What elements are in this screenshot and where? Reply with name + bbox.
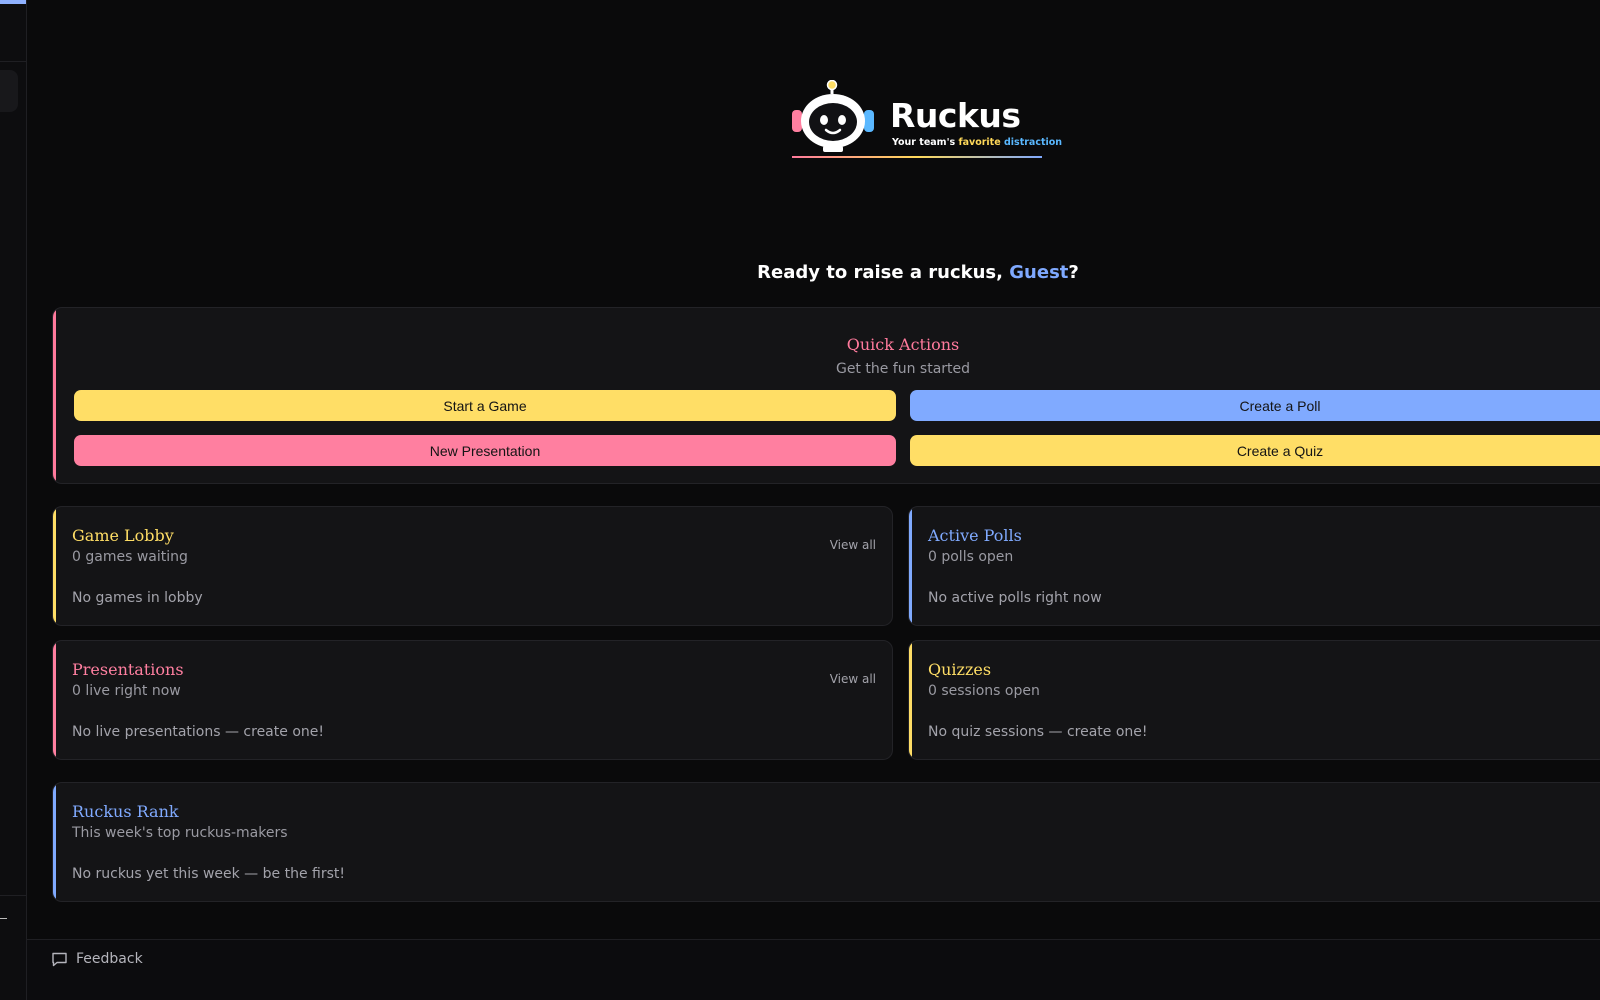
rail-collapse-handle[interactable]	[0, 918, 7, 919]
presentations-title: Presentations	[72, 660, 184, 679]
rail-divider	[0, 61, 26, 62]
robot-mascot-icon	[792, 80, 874, 152]
active-polls-title: Active Polls	[928, 526, 1022, 545]
quizzes-empty-state: No quiz sessions — create one!	[928, 724, 1148, 740]
ruckus-rank-empty-state: No ruckus yet this week — be the first!	[72, 866, 345, 882]
tagline-distraction: distraction	[1003, 137, 1063, 148]
tagline-text: Your team's	[892, 137, 959, 148]
create-quiz-button[interactable]: Create a Quiz	[910, 435, 1600, 466]
feedback-label: Feedback	[76, 951, 143, 967]
ruckus-rank-title: Ruckus Rank	[72, 802, 179, 821]
left-rail	[0, 0, 27, 1000]
active-polls-empty-state: No active polls right now	[928, 590, 1102, 606]
create-poll-button[interactable]: Create a Poll	[910, 390, 1600, 421]
feedback-button[interactable]: Feedback	[51, 951, 143, 967]
ruckus-rank-card: Ruckus Rank This week's top ruckus-maker…	[52, 782, 1600, 902]
brand-tagline: Your team's favorite distraction	[892, 137, 1062, 148]
active-polls-card: Active Polls 0 polls open No active poll…	[908, 506, 1600, 626]
rail-nav-item[interactable]	[0, 70, 18, 112]
greeting-username: Guest	[1009, 262, 1069, 283]
presentations-card: Presentations 0 live right now No live p…	[52, 640, 893, 760]
game-lobby-card: Game Lobby 0 games waiting No games in l…	[52, 506, 893, 626]
footer-bar: Feedback	[27, 939, 1600, 1000]
brand-logo: Ruckus Your team's favorite distraction	[790, 80, 1062, 160]
app-root: Ruckus Your team's favorite distraction …	[0, 0, 1600, 1000]
active-polls-count: 0 polls open	[928, 549, 1014, 565]
quizzes-title: Quizzes	[928, 660, 992, 679]
game-lobby-title: Game Lobby	[72, 526, 174, 545]
game-lobby-empty-state: No games in lobby	[72, 590, 203, 606]
quizzes-card: Quizzes 0 sessions open No quiz sessions…	[908, 640, 1600, 760]
game-lobby-count: 0 games waiting	[72, 549, 188, 565]
game-lobby-view-all-link[interactable]: View all	[830, 538, 876, 552]
brand-underline	[792, 156, 1042, 158]
chat-bubble-icon	[52, 952, 67, 967]
start-game-button[interactable]: Start a Game	[74, 390, 896, 421]
rail-divider	[0, 895, 26, 896]
quick-actions-title: Quick Actions	[846, 335, 960, 354]
rail-accent-bar	[0, 0, 26, 4]
quizzes-count: 0 sessions open	[928, 683, 1040, 699]
quick-actions-subtitle: Get the fun started	[835, 361, 971, 377]
greeting-suffix: ?	[1068, 262, 1079, 283]
presentations-view-all-link[interactable]: View all	[830, 672, 876, 686]
ruckus-rank-subtitle: This week's top ruckus-makers	[72, 825, 288, 841]
presentations-empty-state: No live presentations — create one!	[72, 724, 324, 740]
new-presentation-button[interactable]: New Presentation	[74, 435, 896, 466]
greeting-heading: Ready to raise a ruckus, Guest?	[0, 262, 1600, 283]
greeting-prefix: Ready to raise a ruckus,	[757, 262, 1010, 283]
presentations-count: 0 live right now	[72, 683, 181, 699]
brand-wordmark: Ruckus	[890, 96, 1021, 135]
quick-actions-card: Quick Actions Get the fun started Start …	[52, 307, 1600, 484]
tagline-favorite: favorite	[958, 137, 1001, 148]
